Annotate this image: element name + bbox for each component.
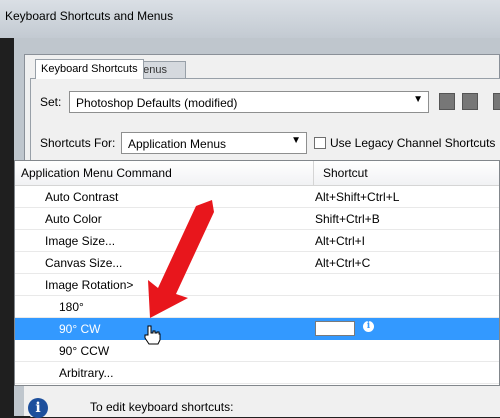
table-row[interactable]: 90° CW i xyxy=(15,318,499,340)
table-row[interactable]: Auto Color Shift+Ctrl+B xyxy=(15,208,499,230)
set-dropdown[interactable]: Photoshop Defaults (modified) ▼ xyxy=(69,91,429,113)
save-set-as-icon[interactable] xyxy=(462,93,478,110)
set-value: Photoshop Defaults (modified) xyxy=(76,96,238,110)
command-cell: Arbitrary... xyxy=(59,366,114,380)
delete-set-icon[interactable] xyxy=(493,93,500,110)
chevron-down-icon: ▼ xyxy=(291,135,301,146)
shortcuts-for-label: Shortcuts For: xyxy=(40,136,116,150)
table-row[interactable]: 90° CCW xyxy=(15,340,499,362)
table-row[interactable]: 180° xyxy=(15,296,499,318)
command-cell: 90° CCW xyxy=(59,344,110,358)
window-title: Keyboard Shortcuts and Menus xyxy=(5,9,174,23)
info-icon: i xyxy=(28,398,48,418)
window-titlebar: Keyboard Shortcuts and Menus xyxy=(0,0,500,38)
shortcut-cell: Shift+Ctrl+B xyxy=(315,212,380,226)
legacy-channel-checkbox[interactable] xyxy=(314,137,326,149)
tab-keyboard-shortcuts[interactable]: Keyboard Shortcuts xyxy=(35,59,144,79)
column-header-shortcut[interactable]: Shortcut xyxy=(323,166,368,180)
shortcut-cell: Alt+Ctrl+C xyxy=(315,256,371,270)
info-icon[interactable]: i xyxy=(363,321,374,332)
shortcuts-table: Application Menu Command Shortcut Auto C… xyxy=(14,160,500,386)
shortcut-cell: Alt+Ctrl+I xyxy=(315,234,366,248)
table-row[interactable]: Canvas Size... Alt+Ctrl+C xyxy=(15,252,499,274)
command-cell: Auto Color xyxy=(45,212,102,226)
table-row[interactable]: Arbitrary... xyxy=(15,362,499,384)
shortcut-input[interactable] xyxy=(315,321,355,336)
shortcuts-for-value: Application Menus xyxy=(128,137,227,151)
shortcuts-for-dropdown[interactable]: Application Menus ▼ xyxy=(121,132,307,154)
set-label: Set: xyxy=(40,95,62,109)
table-row[interactable]: Image Rotation> xyxy=(15,274,499,296)
command-cell: Image Size... xyxy=(45,234,116,248)
command-cell: 90° CW xyxy=(59,322,101,336)
table-row[interactable]: Auto Contrast Alt+Shift+Ctrl+L xyxy=(15,186,499,208)
legacy-channel-label: Use Legacy Channel Shortcuts xyxy=(330,136,496,150)
table-header: Application Menu Command Shortcut xyxy=(15,161,499,186)
command-cell: Auto Contrast xyxy=(45,190,119,204)
chevron-down-icon: ▼ xyxy=(413,94,423,105)
command-cell: Image Rotation> xyxy=(45,278,134,292)
shortcut-cell: Alt+Shift+Ctrl+L xyxy=(315,190,400,204)
command-cell: Canvas Size... xyxy=(45,256,123,270)
info-text: To edit keyboard shortcuts: xyxy=(90,400,234,414)
table-row[interactable]: Image Size... Alt+Ctrl+I xyxy=(15,230,499,252)
column-divider[interactable] xyxy=(313,161,314,185)
save-set-icon[interactable] xyxy=(439,93,455,110)
column-header-command[interactable]: Application Menu Command xyxy=(21,166,172,180)
command-cell: 180° xyxy=(59,300,84,314)
